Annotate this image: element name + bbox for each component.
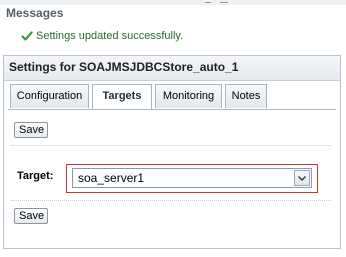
- settings-panel: Settings for SOAJMSJDBCStore_auto_1 Conf…: [3, 55, 341, 249]
- tab-notes[interactable]: Notes: [225, 84, 267, 108]
- top-bar: [0, 0, 346, 5]
- save-button-bottom[interactable]: Save: [14, 208, 48, 224]
- target-select[interactable]: soa_server1: [72, 168, 312, 188]
- panel-title: Settings for SOAJMSJDBCStore_auto_1: [9, 60, 239, 74]
- top-bar-mark: [205, 2, 211, 3]
- messages-title: Messages: [6, 6, 64, 20]
- panel-header: Settings for SOAJMSJDBCStore_auto_1: [4, 56, 340, 81]
- target-select-value: soa_server1: [78, 171, 145, 185]
- save-button-top[interactable]: Save: [14, 122, 48, 138]
- check-icon: [21, 31, 33, 41]
- top-bar-mark: [220, 2, 228, 3]
- tab-underline: [8, 109, 336, 110]
- target-label: Target:: [17, 170, 54, 182]
- tab-configuration[interactable]: Configuration: [10, 84, 89, 108]
- section-divider: [11, 145, 331, 147]
- section-divider: [11, 200, 331, 202]
- chevron-down-icon[interactable]: [294, 170, 310, 186]
- tab-targets[interactable]: Targets: [92, 84, 152, 110]
- success-message: Settings updated successfully.: [36, 30, 184, 42]
- tab-monitoring[interactable]: Monitoring: [155, 84, 222, 108]
- chevron-down-glyph: [298, 176, 306, 181]
